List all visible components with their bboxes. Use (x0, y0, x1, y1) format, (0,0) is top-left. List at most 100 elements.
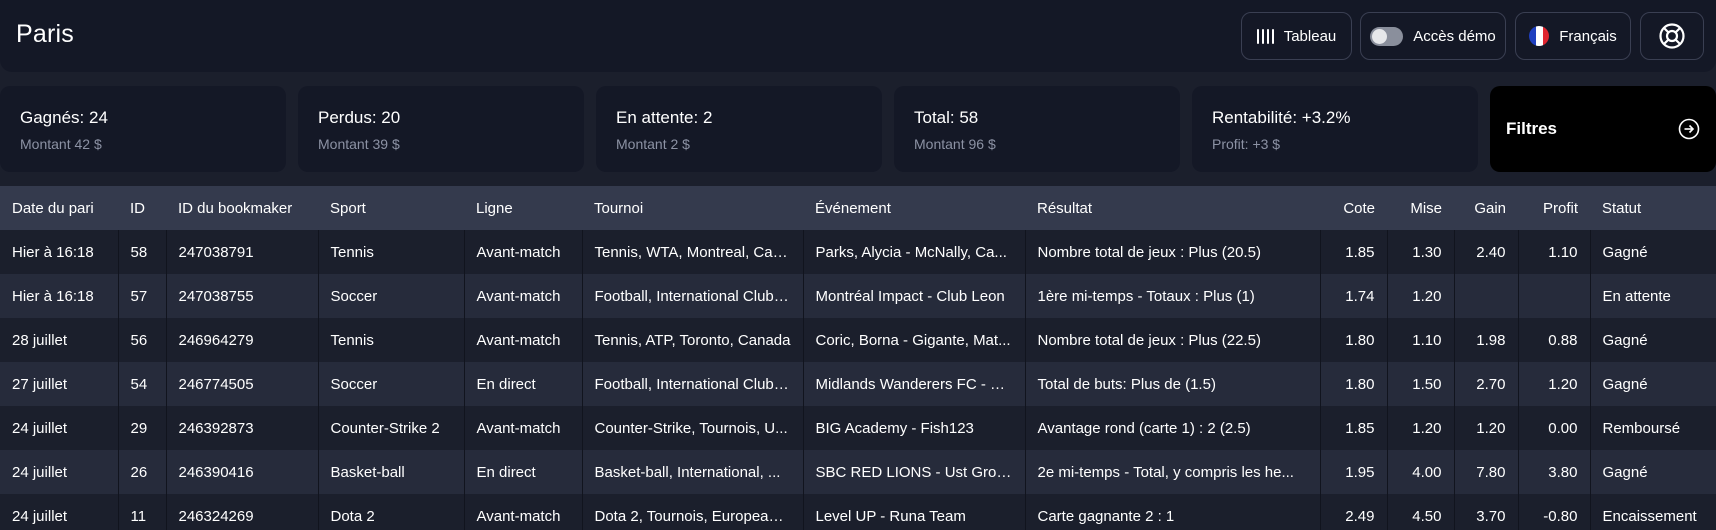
cell-odds: 2.49 (1320, 494, 1388, 530)
cell-tournament: Counter-Strike, Tournois, U... (582, 406, 804, 450)
help-button[interactable] (1640, 12, 1704, 60)
stat-card-profitability: Rentabilité: +3.2% Profit: +3 $ (1192, 86, 1478, 172)
cell-status: Gagné (1602, 463, 1648, 481)
cell-id: 11 (118, 494, 167, 530)
cell-id: 56 (118, 318, 167, 362)
cell-profit: 1.20 (1518, 362, 1591, 406)
table-row[interactable]: Hier à 16:18 58 247038791 Tennis Avant-match… (0, 230, 1716, 274)
cell-event: Parks, Alycia - McNally, Ca... (803, 230, 1026, 274)
stat-card-total: Total: 58 Montant 96 $ (894, 86, 1180, 172)
demo-toggle-switch[interactable] (1370, 26, 1404, 46)
table-row[interactable]: 27 juillet 54 246774505 Soccer En direct Foot… (0, 362, 1716, 406)
stat-card-won: Gagnés: 24 Montant 42 $ (0, 86, 286, 172)
cell-result: Nombre total de jeux : Plus (22.5) (1025, 318, 1321, 362)
cell-profit: 0.88 (1518, 318, 1591, 362)
cell-win: 1.98 (1454, 318, 1519, 362)
header-col-tournament[interactable]: Tournoi (582, 186, 803, 230)
cell-tournament: Football, International Clubs... (582, 362, 804, 406)
cell-bookmaker-id: 246964279 (166, 318, 319, 362)
stat-sub: Montant 42 $ (20, 136, 102, 152)
cell-event: Midlands Wanderers FC - R... (803, 362, 1026, 406)
cell-sport: Tennis (318, 318, 465, 362)
cell-profit: -0.80 (1518, 494, 1591, 530)
cell-status: Gagné (1602, 375, 1648, 393)
header-col-date[interactable]: Date du pari (0, 186, 118, 230)
header-col-sport[interactable]: Sport (318, 186, 464, 230)
filters-button[interactable]: Filtres (1490, 86, 1716, 172)
cell-stake: 4.50 (1387, 494, 1455, 530)
cell-line: Avant-match (464, 318, 583, 362)
cell-win (1454, 274, 1519, 318)
cell-line: Avant-match (464, 274, 583, 318)
cell-status: Encaissement (1602, 507, 1697, 525)
cell-result: Total de buts: Plus de (1.5) (1025, 362, 1321, 406)
cell-date: Hier à 16:18 (0, 230, 119, 274)
header-col-profit[interactable]: Profit (1518, 186, 1590, 230)
cell-profit: 1.10 (1518, 230, 1591, 274)
cell-sport: Tennis (318, 230, 465, 274)
cell-stake: 1.20 (1387, 274, 1455, 318)
cell-status: Gagné (1602, 331, 1648, 349)
header-col-line[interactable]: Ligne (464, 186, 582, 230)
language-selector[interactable]: Français (1515, 12, 1631, 60)
cell-event: Montréal Impact - Club Leon (803, 274, 1026, 318)
header-col-event[interactable]: Événement (803, 186, 1025, 230)
header-col-id[interactable]: ID (118, 186, 166, 230)
columns-icon (1256, 28, 1274, 44)
header-col-win[interactable]: Gain (1454, 186, 1518, 230)
stat-main: Perdus: 20 (318, 108, 401, 127)
table-row[interactable]: 28 juillet 56 246964279 Tennis Avant-match Te… (0, 318, 1716, 362)
cell-stake: 1.10 (1387, 318, 1455, 362)
demo-label: Accès démo (1413, 27, 1496, 45)
table-row[interactable]: 24 juillet 26 246390416 Basket-ball En direc… (0, 450, 1716, 494)
cell-status: Remboursé (1602, 419, 1681, 437)
table-row[interactable]: 24 juillet 11 246324269 Dota 2 Avant-match Do… (0, 494, 1716, 530)
cell-date: Hier à 16:18 (0, 274, 119, 318)
cell-line: En direct (464, 450, 583, 494)
demo-access-button[interactable]: Accès démo (1360, 12, 1506, 60)
cell-status: Gagné (1602, 243, 1648, 261)
cell-sport: Counter-Strike 2 (318, 406, 465, 450)
cell-bookmaker-id: 246392873 (166, 406, 319, 450)
header-col-bookmaker-id[interactable]: ID du bookmaker (166, 186, 318, 230)
stat-card-pending: En attente: 2 Montant 2 $ (596, 86, 882, 172)
cell-date: 28 juillet (0, 318, 119, 362)
cell-id: 26 (118, 450, 167, 494)
header-col-result[interactable]: Résultat (1025, 186, 1320, 230)
stat-main: Total: 58 (914, 108, 979, 127)
tableau-label: Tableau (1283, 27, 1337, 45)
cell-date: 27 juillet (0, 362, 119, 406)
cell-stake: 1.30 (1387, 230, 1455, 274)
stat-main: Gagnés: 24 (20, 108, 108, 127)
table-row[interactable]: Hier à 16:18 57 247038755 Soccer Avant-match… (0, 274, 1716, 318)
cell-odds: 1.95 (1320, 450, 1388, 494)
cell-id: 57 (118, 274, 167, 318)
cell-sport: Soccer (318, 362, 465, 406)
cell-tournament: Football, International Clubs... (582, 274, 804, 318)
cell-bookmaker-id: 247038755 (166, 274, 319, 318)
cell-sport: Dota 2 (318, 494, 465, 530)
cell-line: Avant-match (464, 494, 583, 530)
cell-event: Level UP - Runa Team (803, 494, 1026, 530)
cell-stake: 1.20 (1387, 406, 1455, 450)
cell-win: 3.70 (1454, 494, 1519, 530)
header-col-stake[interactable]: Mise (1387, 186, 1454, 230)
cell-date: 24 juillet (0, 450, 119, 494)
cell-date: 24 juillet (0, 494, 119, 530)
stat-main: Rentabilité: +3.2% (1212, 108, 1351, 127)
cell-stake: 4.00 (1387, 450, 1455, 494)
stat-sub: Profit: +3 $ (1212, 136, 1281, 152)
tableau-button[interactable]: Tableau (1241, 12, 1352, 60)
filters-label: Filtres (1506, 119, 1558, 138)
cell-bookmaker-id: 246390416 (166, 450, 319, 494)
header-col-odds[interactable]: Cote (1320, 186, 1387, 230)
header-col-status[interactable]: Statut (1590, 186, 1716, 230)
cell-profit: 0.00 (1518, 406, 1591, 450)
stat-main: En attente: 2 (616, 108, 713, 127)
table-row[interactable]: 24 juillet 29 246392873 Counter-Strike 2 Ava… (0, 406, 1716, 450)
cell-tournament: Dota 2, Tournois, European ... (582, 494, 804, 530)
lifebuoy-icon (1659, 23, 1685, 49)
cell-odds: 1.85 (1320, 406, 1388, 450)
cell-sport: Basket-ball (318, 450, 465, 494)
cell-bookmaker-id: 246774505 (166, 362, 319, 406)
